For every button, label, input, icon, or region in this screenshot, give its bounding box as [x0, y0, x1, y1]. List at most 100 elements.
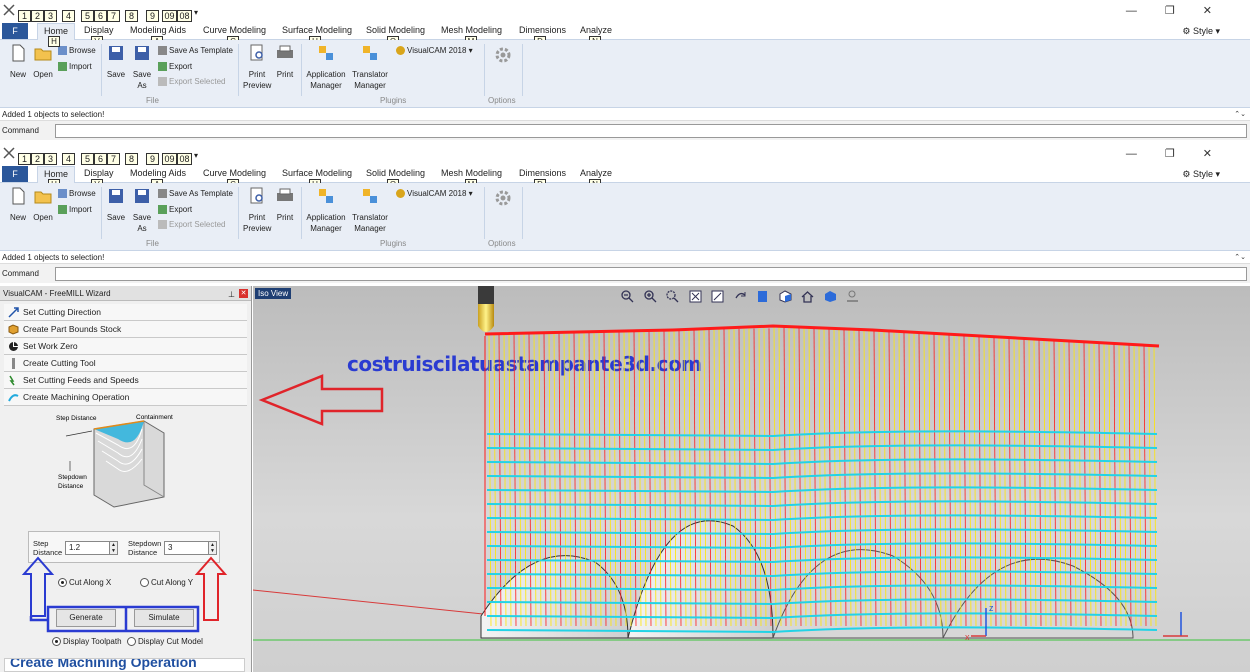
save-button[interactable]: Save: [106, 187, 126, 223]
application-manager-button[interactable]: Application Manager: [304, 44, 348, 91]
close-icon[interactable]: ✕: [239, 289, 248, 298]
qat-more-icon[interactable]: ▾: [194, 8, 198, 17]
stepdown-distance-spinner[interactable]: ▲ ▼: [208, 541, 217, 555]
style-menu[interactable]: ⚙ Style ▾: [1182, 169, 1220, 180]
browse-button[interactable]: Browse: [58, 188, 96, 199]
open-button[interactable]: Open: [32, 187, 54, 223]
step-distance-spinner[interactable]: ▲ ▼: [109, 541, 118, 555]
tab-analyze[interactable]: Analyze: [580, 168, 612, 178]
export-selected-button[interactable]: Export Selected: [158, 219, 225, 230]
visualcam-icon: [396, 46, 405, 56]
translator-manager-label-2: Manager: [354, 81, 386, 90]
toolpath-stepdown-line: [486, 486, 1158, 494]
display-cut-model-radio[interactable]: Display Cut Model: [127, 636, 203, 648]
parallel-finishing-diagram: Step Distance Containment Stepdown Dista…: [56, 414, 173, 508]
command-input[interactable]: [55, 267, 1247, 281]
tab-curve-modeling[interactable]: Curve Modeling: [203, 168, 266, 178]
step-set-feeds-speeds[interactable]: Set Cutting Feeds and Speeds: [4, 372, 247, 389]
tab-analyze[interactable]: Analyze: [580, 25, 612, 35]
app-logo-icon: [3, 4, 15, 16]
export-selected-button[interactable]: Export Selected: [158, 76, 225, 87]
step-distance-input[interactable]: 1.2: [65, 541, 111, 555]
step-create-machining-operation[interactable]: Create Machining Operation: [4, 389, 247, 406]
translator-manager-button[interactable]: Translator Manager: [350, 187, 390, 234]
group-plugins-label: Plugins: [380, 239, 407, 248]
step-set-work-zero[interactable]: Set Work Zero: [4, 338, 247, 355]
options-gear-icon[interactable]: [494, 189, 512, 207]
import-button[interactable]: Import: [58, 204, 92, 215]
application-manager-label-1: Application: [306, 70, 346, 79]
visualcam-icon: [396, 189, 405, 199]
status-scroll-icon[interactable]: ⌃⌄: [1234, 108, 1246, 121]
options-gear-icon[interactable]: [494, 46, 512, 64]
browse-button[interactable]: Browse: [58, 45, 96, 56]
save-as-template-button[interactable]: Save As Template: [158, 188, 233, 199]
export-icon: [158, 205, 167, 215]
tab-file[interactable]: F: [2, 23, 28, 39]
tab-dimensions[interactable]: Dimensions: [519, 168, 566, 178]
app-window-top: 1 2 3 4 5 6 7 8 9 09 08 ▾ —❐✕ F Home Dis…: [0, 0, 1250, 143]
tab-display[interactable]: Display: [84, 168, 114, 178]
command-input[interactable]: [55, 124, 1247, 138]
qat-keytip-6: 6: [94, 10, 107, 22]
save-label: Save: [106, 213, 126, 222]
work-zero-icon: [9, 342, 18, 352]
qat-keytip-7: 7: [107, 10, 120, 22]
save-as-button[interactable]: Save As: [131, 187, 153, 234]
step-set-cutting-direction[interactable]: Set Cutting Direction: [4, 304, 247, 321]
app-window-bottom: 1 2 3 4 5 6 7 8 9 09 08 ▾ —❐✕ F Home Dis…: [0, 143, 1250, 286]
template-icon: [158, 46, 167, 56]
tab-mesh-modeling[interactable]: Mesh Modeling: [441, 168, 502, 178]
tab-file[interactable]: F: [2, 166, 28, 182]
save-as-template-button[interactable]: Save As Template: [158, 45, 233, 56]
save-as-icon: [135, 46, 149, 60]
toolpath-pass-line: [1123, 344, 1127, 627]
new-button[interactable]: New: [8, 187, 28, 223]
export-button[interactable]: Export: [158, 61, 192, 72]
quick-access-toolbar: 1 2 3 4 5 6 7 8 9 09 08 ▾ —❐✕: [0, 0, 1250, 22]
save-as-label-1: Save: [132, 70, 152, 79]
window-controls[interactable]: —❐✕: [1126, 147, 1240, 160]
import-button[interactable]: Import: [58, 61, 92, 72]
display-cut-model-label: Display Cut Model: [138, 637, 203, 646]
step-create-cutting-tool[interactable]: Create Cutting Tool: [4, 355, 247, 372]
tab-curve-modeling[interactable]: Curve Modeling: [203, 25, 266, 35]
display-toolpath-radio[interactable]: Display Toolpath: [52, 636, 122, 648]
application-manager-button[interactable]: Application Manager: [304, 187, 348, 234]
pin-icon[interactable]: ⊥: [228, 287, 235, 302]
qat-more-icon[interactable]: ▾: [194, 151, 198, 160]
tab-solid-modeling[interactable]: Solid Modeling: [366, 25, 425, 35]
tab-surface-modeling[interactable]: Surface Modeling: [282, 168, 352, 178]
new-button[interactable]: New: [8, 44, 28, 80]
tab-modeling-aids[interactable]: Modeling Aids: [130, 25, 186, 35]
tab-surface-modeling[interactable]: Surface Modeling: [282, 25, 352, 35]
tab-dimensions[interactable]: Dimensions: [519, 25, 566, 35]
visualcam-label: VisualCAM 2018: [407, 189, 467, 198]
save-as-template-label: Save As Template: [169, 46, 233, 55]
print-preview-button[interactable]: Print Preview: [243, 44, 271, 91]
tab-display[interactable]: Display: [84, 25, 114, 35]
toolpath-pass-line: [1148, 345, 1152, 627]
translator-manager-button[interactable]: Translator Manager: [350, 44, 390, 91]
print-button[interactable]: Print: [274, 44, 296, 80]
save-icon: [109, 189, 123, 203]
tab-solid-modeling[interactable]: Solid Modeling: [366, 168, 425, 178]
tab-modeling-aids[interactable]: Modeling Aids: [130, 168, 186, 178]
iso-viewport[interactable]: Iso View costruiscilatuastampante3d.com: [253, 286, 1250, 672]
visualcam-dropdown[interactable]: VisualCAM 2018 ▾: [396, 188, 473, 199]
toolpath-stepdown-line: [486, 514, 1158, 522]
print-preview-button[interactable]: Print Preview: [243, 187, 271, 234]
save-button[interactable]: Save: [106, 44, 126, 80]
open-button[interactable]: Open: [32, 44, 54, 80]
status-scroll-icon[interactable]: ⌃⌄: [1234, 251, 1246, 264]
visualcam-dropdown[interactable]: VisualCAM 2018 ▾: [396, 45, 473, 56]
style-menu[interactable]: ⚙ Style ▾: [1182, 26, 1220, 37]
window-controls[interactable]: —❐✕: [1126, 4, 1240, 17]
tab-mesh-modeling[interactable]: Mesh Modeling: [441, 25, 502, 35]
export-button[interactable]: Export: [158, 204, 192, 215]
stepdown-distance-input[interactable]: 3: [164, 541, 210, 555]
save-as-button[interactable]: Save As: [131, 44, 153, 91]
step-create-part-bounds-stock[interactable]: Create Part Bounds Stock: [4, 321, 247, 338]
print-button[interactable]: Print: [274, 187, 296, 223]
open-label: Open: [33, 70, 53, 79]
